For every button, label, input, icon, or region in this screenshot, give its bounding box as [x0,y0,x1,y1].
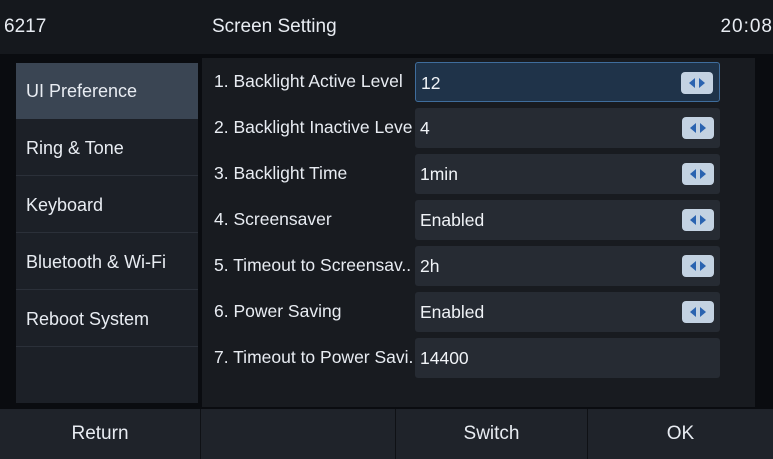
empty-softkey[interactable] [201,409,396,459]
status-bar: 6217 Screen Setting 20:08 [0,0,773,54]
setting-label: 1. Backlight Active Level [214,71,403,91]
sidebar-item-ui-preference[interactable]: UI Preference [16,63,198,119]
sidebar-item-bluetooth-wifi[interactable]: Bluetooth & Wi-Fi [16,234,198,290]
sidebar-item-label: Reboot System [26,309,150,329]
setting-row-backlight-active-level: 1. Backlight Active Level 12 [202,58,755,104]
setting-value: 2h [420,256,440,276]
setting-row-timeout-to-power-saving: 7. Timeout to Power Savi... 14400 [202,334,755,380]
extension-number: 6217 [4,16,47,37]
settings-list: 1. Backlight Active Level 12 2. Backligh… [202,58,755,407]
switch-button[interactable]: Switch [396,409,588,459]
timeout-to-power-saving-input[interactable]: 14400 [415,338,720,378]
sidebar-item-label: Keyboard [26,195,104,215]
setting-value: 1min [420,164,458,184]
left-right-arrows-icon[interactable] [681,72,713,94]
setting-value: 14400 [420,348,469,368]
setting-value: Enabled [420,210,485,230]
setting-row-backlight-time: 3. Backlight Time 1min [202,150,755,196]
sidebar-item-keyboard[interactable]: Keyboard [16,177,198,233]
left-right-arrows-icon[interactable] [682,209,714,231]
setting-row-power-saving: 6. Power Saving Enabled [202,288,755,334]
setting-label: 4. Screensaver [214,209,332,229]
sidebar-item-ring-tone[interactable]: Ring & Tone [16,120,198,176]
softkey-bar: Return Switch OK [0,409,773,459]
setting-label: 5. Timeout to Screensav... [214,255,412,275]
setting-label: 7. Timeout to Power Savi... [214,347,412,367]
clock: 20:08 [720,16,773,37]
backlight-inactive-level-selector[interactable]: 4 [415,108,720,148]
page-title: Screen Setting [212,16,337,37]
left-right-arrows-icon[interactable] [682,301,714,323]
phone-screen: 6217 Screen Setting 20:08 UI Preference … [0,0,773,459]
left-right-arrows-icon[interactable] [682,163,714,185]
screensaver-selector[interactable]: Enabled [415,200,720,240]
ok-button[interactable]: OK [588,409,773,459]
setting-label: 6. Power Saving [214,301,342,321]
setting-row-screensaver: 4. Screensaver Enabled [202,196,755,242]
setting-row-backlight-inactive-level: 2. Backlight Inactive Level 4 [202,104,755,150]
backlight-time-selector[interactable]: 1min [415,154,720,194]
setting-row-timeout-to-screensaver: 5. Timeout to Screensav... 2h [202,242,755,288]
setting-label: 3. Backlight Time [214,163,348,183]
setting-label: 2. Backlight Inactive Level [214,117,412,137]
sidebar-item-label: UI Preference [26,81,138,101]
left-right-arrows-icon[interactable] [682,255,714,277]
timeout-to-screensaver-selector[interactable]: 2h [415,246,720,286]
backlight-active-level-selector[interactable]: 12 [415,62,720,102]
return-button[interactable]: Return [0,409,201,459]
power-saving-selector[interactable]: Enabled [415,292,720,332]
sidebar-item-label: Ring & Tone [26,138,124,158]
left-right-arrows-icon[interactable] [682,117,714,139]
sidebar: UI Preference Ring & Tone Keyboard Bluet… [16,63,198,403]
sidebar-item-label: Bluetooth & Wi-Fi [26,252,167,272]
setting-value: 4 [420,118,430,138]
sidebar-item-reboot-system[interactable]: Reboot System [16,291,198,347]
setting-value: 12 [421,73,441,93]
setting-value: Enabled [420,302,485,322]
